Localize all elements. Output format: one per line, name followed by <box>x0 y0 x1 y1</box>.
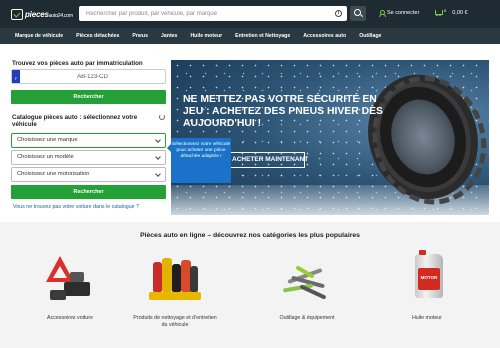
cart-icon <box>434 9 443 16</box>
brand-select[interactable]: Choisissez une marque <box>11 133 166 148</box>
oil-can-label: MOTOR <box>418 268 440 290</box>
category-card-accessories[interactable]: Accessoires voiture <box>25 252 115 322</box>
banner-cta-button[interactable]: ACHETER MAINTENANT <box>223 152 309 168</box>
plate-input[interactable] <box>20 70 165 83</box>
reset-icon[interactable] <box>159 114 165 120</box>
nav-item-tyres[interactable]: Pneus <box>132 33 148 39</box>
cart-count: 0 <box>444 8 447 13</box>
category-label: Huile moteur <box>411 315 443 321</box>
login-label: Se connecter <box>387 10 420 16</box>
chevron-down-icon <box>155 154 161 160</box>
catalog-search-button[interactable]: Rechercher <box>11 185 166 199</box>
category-label: Accessoires voiture <box>47 315 93 321</box>
plate-field: F <box>11 69 166 84</box>
nav-item-maintenance[interactable]: Entretien et Nettoyage <box>235 33 290 39</box>
main-nav: Marque de véhicule Pièces détachées Pneu… <box>0 28 500 44</box>
plate-search-button[interactable]: Rechercher <box>11 90 166 104</box>
logo-text: piecesauto24.com <box>25 9 73 19</box>
nav-item-motor-oil[interactable]: Huile moteur <box>190 33 222 39</box>
cleaning-products-icon <box>145 252 205 310</box>
brand-select-value: Choisissez une marque <box>17 137 78 143</box>
nav-item-tools[interactable]: Outillage <box>359 33 381 39</box>
chevron-down-icon <box>155 137 161 143</box>
categories-title: Pièces auto en ligne – découvrez nos cat… <box>140 232 360 239</box>
category-label: Produits de nettoyage et d'entretien du … <box>133 315 217 328</box>
user-icon <box>378 10 386 17</box>
category-label: Outillage & équipement <box>279 315 335 321</box>
model-select[interactable]: Choisissez un modèle <box>11 150 166 165</box>
cart-button[interactable]: 0 0,00 € <box>434 8 468 16</box>
nav-item-spare-parts[interactable]: Pièces détachées <box>76 33 119 39</box>
eu-flag-icon: F <box>12 70 20 83</box>
vehicle-not-found-link[interactable]: Vous ne trouvez pas votre voiture dans l… <box>13 204 139 210</box>
motor-oil-can-icon: MOTOR <box>397 250 457 310</box>
model-select-value: Choisissez un modèle <box>17 154 74 160</box>
info-icon[interactable]: i <box>335 10 342 17</box>
vehicle-select-tooltip: Sélectionnez votre véhicule pour acheter… <box>167 138 231 183</box>
warning-triangle-icon <box>40 252 100 310</box>
catalog-title: Catalogue pièces auto : sélectionnez vot… <box>12 114 138 128</box>
tools-icon <box>277 252 337 310</box>
plate-search-title: Trouvez vos pièces auto par immatriculat… <box>12 60 143 67</box>
site-logo[interactable]: piecesauto24.com <box>11 8 75 20</box>
nav-item-accessories[interactable]: Accessoires auto <box>303 33 346 39</box>
engine-select-value: Choisissez une motorisation <box>17 171 90 177</box>
header: piecesauto24.com i Se connecter 0 0,00 € <box>0 0 500 28</box>
category-card-tools[interactable]: Outillage & équipement <box>262 252 352 322</box>
banner-cta-label: ACHETER MAINTENANT <box>232 156 309 163</box>
cart-total: 0,00 € <box>452 9 468 16</box>
logo-mark-icon <box>11 8 23 20</box>
nav-item-rims[interactable]: Jantes <box>161 33 177 39</box>
search-box: i <box>79 6 347 21</box>
login-link[interactable]: Se connecter <box>378 10 420 17</box>
search-input[interactable] <box>79 6 331 21</box>
search-button[interactable] <box>350 6 366 21</box>
category-card-motor-oil[interactable]: MOTOR Huile moteur <box>382 250 472 322</box>
chevron-down-icon <box>155 171 161 177</box>
popular-categories: Pièces auto en ligne – découvrez nos cat… <box>0 222 500 348</box>
category-card-cleaning[interactable]: Produits de nettoyage et d'entretien du … <box>130 252 220 329</box>
engine-select[interactable]: Choisissez une motorisation <box>11 167 166 182</box>
banner-headline: NE METTEZ PAS VOTRE SÉCURITÉ EN JEU : AC… <box>183 94 383 129</box>
nav-item-vehicle-brand[interactable]: Marque de véhicule <box>15 33 63 39</box>
